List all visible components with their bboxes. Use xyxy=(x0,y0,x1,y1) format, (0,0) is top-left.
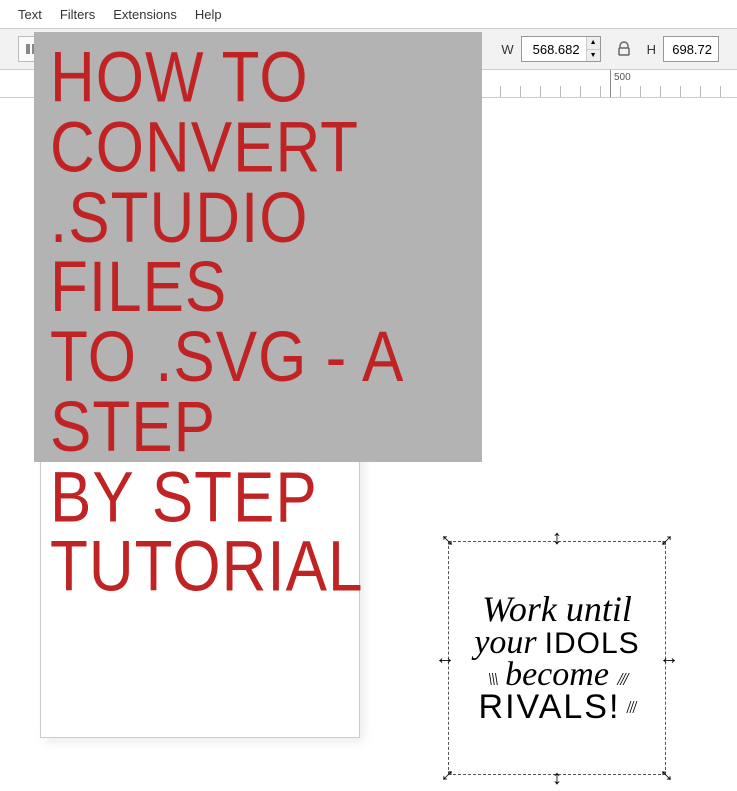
width-step-down[interactable]: ▼ xyxy=(587,50,600,62)
quote-line-1: Work until xyxy=(457,592,657,626)
accent-icon: /// xyxy=(626,699,635,716)
ruler-tick: 500 xyxy=(610,70,611,97)
width-spinbox[interactable]: ▲ ▼ xyxy=(521,36,601,62)
menu-filters[interactable]: Filters xyxy=(60,7,95,22)
menu-extensions[interactable]: Extensions xyxy=(113,7,177,22)
resize-handle-t[interactable]: ↕ xyxy=(547,528,567,548)
tutorial-overlay: HOW TO CONVERT .STUDIO FILES TO .SVG - A… xyxy=(34,32,482,462)
resize-handle-b[interactable]: ↕ xyxy=(547,768,567,788)
resize-handle-l[interactable]: ↔ xyxy=(435,648,455,668)
lock-aspect-icon[interactable] xyxy=(613,38,635,60)
width-input[interactable] xyxy=(522,37,586,61)
quote-line-2a: your xyxy=(474,627,536,659)
height-label: H xyxy=(647,42,657,57)
quote-line-4: RIVALS! xyxy=(479,691,621,723)
resize-handle-bl[interactable]: ↕ xyxy=(433,762,461,790)
width-label: W xyxy=(501,42,514,57)
menu-help[interactable]: Help xyxy=(195,7,222,22)
accent-icon: \\\ xyxy=(488,669,497,689)
resize-handle-tr[interactable]: ↕ xyxy=(653,526,681,554)
tutorial-title: HOW TO CONVERT .STUDIO FILES TO .SVG - A… xyxy=(50,44,466,603)
quote-line-2b: IDOLS xyxy=(545,630,640,659)
selection-bounding-box[interactable]: Work until your IDOLS \\\ become /// RIV… xyxy=(448,541,666,775)
height-input[interactable] xyxy=(664,37,718,61)
height-spinbox[interactable] xyxy=(663,36,719,62)
menu-text[interactable]: Text xyxy=(18,7,42,22)
width-step-up[interactable]: ▲ xyxy=(587,37,600,50)
menubar: Text Filters Extensions Help xyxy=(0,0,737,28)
resize-handle-r[interactable]: ↔ xyxy=(659,648,679,668)
resize-handle-br[interactable]: ↕ xyxy=(653,762,681,790)
accent-icon: /// xyxy=(617,669,626,689)
selected-artwork[interactable]: Work until your IDOLS \\\ become /// RIV… xyxy=(457,550,657,766)
